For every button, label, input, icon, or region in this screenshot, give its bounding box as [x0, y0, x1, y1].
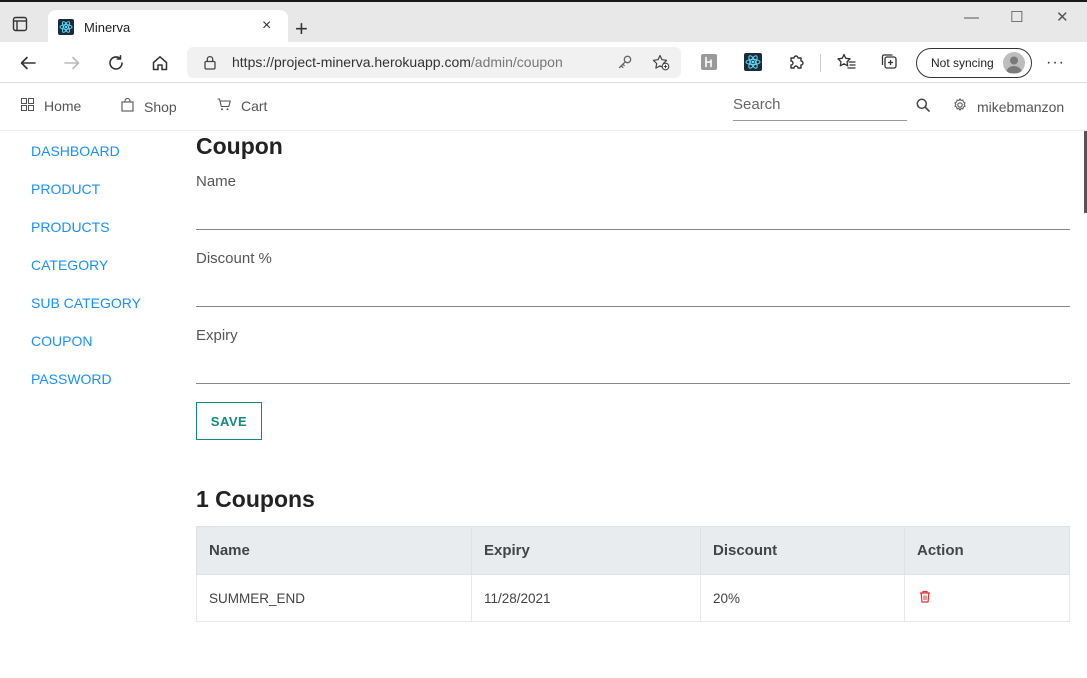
gear-icon — [953, 98, 967, 115]
url-field[interactable]: https://project-minerva.herokuapp.com/ad… — [187, 47, 681, 78]
url-text[interactable]: https://project-minerva.herokuapp.com/ad… — [232, 54, 563, 70]
shopping-bag-icon — [121, 97, 134, 115]
discount-input[interactable] — [196, 279, 1070, 307]
add-favorite-icon[interactable] — [652, 54, 670, 76]
collections-icon[interactable] — [880, 53, 898, 71]
save-button[interactable]: SAVE — [196, 402, 262, 440]
nav-home-label: Home — [44, 98, 82, 114]
column-header-action: Action — [904, 526, 1070, 575]
nav-cart-label: Cart — [241, 98, 268, 114]
coupon-discount-cell: 20% — [700, 574, 905, 622]
extension-h-icon[interactable] — [700, 53, 718, 71]
expiry-input[interactable] — [196, 356, 1070, 384]
nav-home[interactable]: Home — [21, 98, 81, 114]
sync-label: Not syncing — [931, 56, 994, 70]
sidebar-item-password[interactable]: PASSWORD — [31, 371, 112, 387]
browser-menu-icon[interactable]: ··· — [1046, 54, 1065, 72]
browser-tab-bar: Minerva × + — ☐ ✕ — [0, 0, 1087, 44]
table-row: SUMMER_END 11/28/2021 20% — [196, 574, 1070, 622]
app-navbar: Home Shop Cart mikebmanzon — [0, 83, 1087, 131]
grid-icon — [21, 98, 34, 114]
tab-actions-icon[interactable] — [12, 16, 34, 38]
coupon-expiry-cell: 11/28/2021 — [471, 574, 701, 622]
column-header-expiry: Expiry — [471, 526, 701, 575]
react-devtools-icon[interactable] — [744, 53, 762, 71]
sidebar-item-products[interactable]: PRODUCTS — [31, 219, 110, 235]
page-title: Coupon — [196, 133, 283, 159]
new-tab-icon[interactable]: + — [295, 18, 308, 40]
back-arrow-icon[interactable] — [17, 52, 39, 74]
user-name: mikebmanzon — [977, 98, 1065, 115]
profile-avatar — [1003, 52, 1025, 74]
user-menu[interactable]: mikebmanzon — [953, 98, 1064, 115]
home-icon[interactable] — [149, 52, 171, 74]
tab-close-icon[interactable]: × — [262, 18, 271, 34]
react-favicon-icon — [58, 19, 74, 35]
toolbar-separator — [820, 54, 821, 72]
sidebar-item-coupon[interactable]: COUPON — [31, 333, 92, 349]
name-label: Name — [196, 173, 237, 190]
browser-address-bar: https://project-minerva.herokuapp.com/ad… — [0, 42, 1087, 83]
search-icon[interactable] — [916, 98, 930, 117]
refresh-icon[interactable] — [105, 52, 127, 74]
favorites-icon[interactable] — [837, 53, 856, 71]
coupon-name-input[interactable] — [196, 202, 1070, 230]
browser-tab-active[interactable]: Minerva × — [48, 10, 288, 44]
window-maximize-icon[interactable]: ☐ — [1010, 10, 1023, 26]
search-field — [733, 94, 907, 121]
sidebar-item-dashboard[interactable]: DASHBOARD — [31, 143, 120, 159]
delete-trash-icon[interactable] — [919, 590, 931, 606]
sidebar-item-product[interactable]: PRODUCT — [31, 181, 100, 197]
search-input[interactable] — [733, 94, 903, 113]
tab-title: Minerva — [84, 20, 131, 35]
nav-shop[interactable]: Shop — [121, 97, 177, 115]
forward-arrow-icon[interactable] — [61, 52, 83, 74]
extensions-puzzle-icon[interactable] — [788, 53, 806, 71]
coupon-action-cell — [904, 574, 1070, 622]
coupons-table: Name Expiry Discount Action SUMMER_END 1… — [196, 526, 1070, 622]
table-header-row: Name Expiry Discount Action — [196, 526, 1070, 575]
nav-shop-label: Shop — [144, 98, 177, 115]
coupon-name-cell: SUMMER_END — [196, 574, 472, 622]
sidebar-item-category[interactable]: CATEGORY — [31, 257, 108, 273]
nav-cart[interactable]: Cart — [217, 98, 267, 114]
coupons-count-title: 1 Coupons — [196, 486, 315, 512]
sidebar-item-sub-category[interactable]: SUB CATEGORY — [31, 295, 141, 311]
column-header-name: Name — [196, 526, 472, 575]
column-header-discount: Discount — [700, 526, 905, 575]
lock-icon[interactable] — [203, 55, 217, 75]
cart-icon — [217, 98, 231, 114]
window-close-icon[interactable]: ✕ — [1056, 10, 1069, 26]
window-minimize-icon[interactable]: — — [964, 10, 979, 26]
not-syncing-button[interactable]: Not syncing — [916, 48, 1032, 78]
expiry-label: Expiry — [196, 327, 238, 344]
key-icon[interactable] — [617, 54, 633, 75]
discount-label: Discount % — [196, 250, 272, 267]
